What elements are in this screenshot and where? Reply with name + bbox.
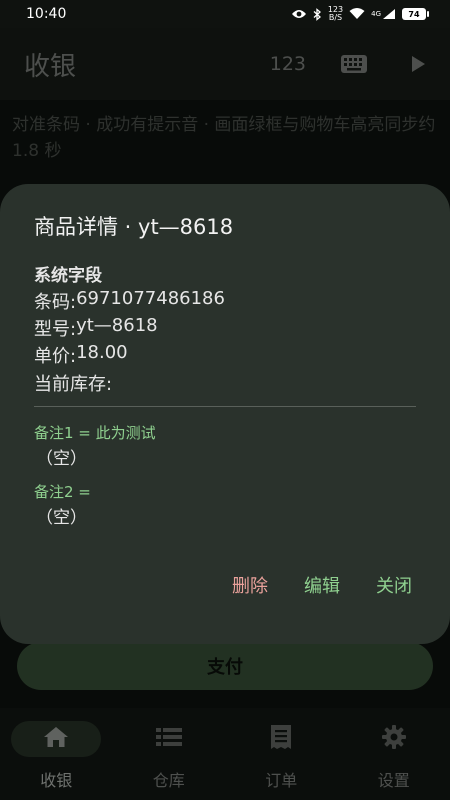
field-label: 条码: [34, 292, 77, 313]
note-1-label: 备注1 = 此为测试 [34, 424, 156, 442]
bluetooth-icon [313, 7, 322, 21]
eye-icon [291, 8, 307, 20]
signal-icon: 4G [371, 8, 396, 20]
field-value: yt—8618 [76, 315, 158, 336]
field-label: 当前库存: [34, 374, 113, 395]
dialog-actions: 删除 编辑 关闭 [232, 572, 412, 598]
delete-button[interactable]: 删除 [232, 572, 268, 598]
note-2-value: （空） [36, 508, 87, 528]
status-bar: 10:40 123 B/S 4G 74 [0, 0, 450, 28]
field-value: 6971077486186 [76, 288, 225, 309]
close-button[interactable]: 关闭 [376, 572, 412, 598]
wifi-icon [349, 8, 365, 20]
signal-type: 4G [371, 10, 381, 18]
battery-level: 74 [408, 9, 420, 19]
field-label: 型号: [34, 319, 77, 340]
field-stock: 当前库存: [34, 370, 112, 396]
field-model: 型号: yt—8618 [34, 315, 158, 341]
field-value: 18.00 [76, 342, 128, 363]
network-speed-unit: B/S [328, 13, 343, 22]
field-label: 单价: [34, 346, 77, 367]
dialog-title: 商品详情 · yt—8618 [34, 215, 234, 239]
network-speed: 123 B/S [328, 6, 343, 22]
status-icons: 123 B/S 4G 74 [291, 6, 429, 22]
note-2-label: 备注2 = [34, 483, 91, 501]
note-1-value: （空） [36, 449, 87, 469]
field-price: 单价: 18.00 [34, 342, 128, 368]
field-barcode: 条码: 6971077486186 [34, 288, 225, 314]
product-detail-dialog: 商品详情 · yt—8618 系统字段 条码: 6971077486186 型号… [0, 184, 450, 644]
battery-indicator: 74 [402, 8, 429, 20]
divider [34, 406, 416, 407]
status-time: 10:40 [26, 6, 67, 22]
edit-button[interactable]: 编辑 [304, 572, 340, 598]
system-fields-heading: 系统字段 [34, 266, 102, 286]
